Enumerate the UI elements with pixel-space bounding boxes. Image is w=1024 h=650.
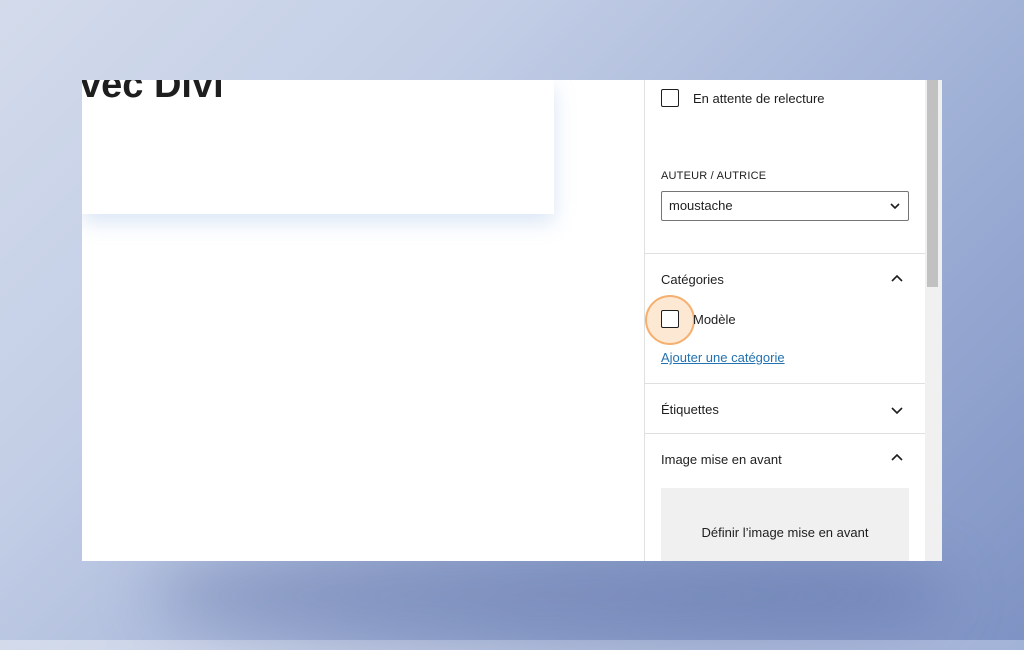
post-title[interactable]: vec Divi	[82, 80, 224, 107]
scrollbar-thumb[interactable]	[927, 80, 938, 287]
divider	[645, 433, 926, 434]
divider	[645, 383, 926, 384]
author-label: AUTEUR / AUTRICE	[661, 170, 767, 182]
category-modele-label: Modèle	[693, 312, 736, 327]
chevron-down-icon[interactable]	[887, 400, 907, 420]
title-card: vec Divi	[82, 80, 554, 214]
author-select[interactable]: moustache	[661, 191, 909, 221]
add-category-link[interactable]: Ajouter une catégorie	[661, 350, 785, 365]
set-featured-image-button[interactable]: Définir l’image mise en avant	[661, 488, 909, 561]
category-modele-checkbox[interactable]	[661, 310, 679, 328]
featured-image-panel-title[interactable]: Image mise en avant	[661, 452, 782, 467]
divider	[645, 253, 926, 254]
sidebar-scrollbar[interactable]	[925, 80, 942, 561]
pending-review-label: En attente de relecture	[693, 91, 825, 106]
tags-panel-title[interactable]: Étiquettes	[661, 402, 719, 417]
app-window: vec Divi En attente de relecture AUTEUR …	[82, 80, 942, 561]
editor-canvas[interactable]: vec Divi	[82, 80, 644, 561]
settings-sidebar: En attente de relecture AUTEUR / AUTRICE…	[644, 80, 926, 561]
chevron-up-icon[interactable]	[887, 269, 907, 289]
chevron-down-icon	[889, 192, 901, 230]
author-value: moustache	[669, 198, 733, 213]
pending-review-checkbox[interactable]	[661, 89, 679, 107]
set-featured-image-label: Définir l’image mise en avant	[701, 525, 869, 540]
chevron-up-icon[interactable]	[887, 448, 907, 468]
categories-panel-title[interactable]: Catégories	[661, 272, 724, 287]
